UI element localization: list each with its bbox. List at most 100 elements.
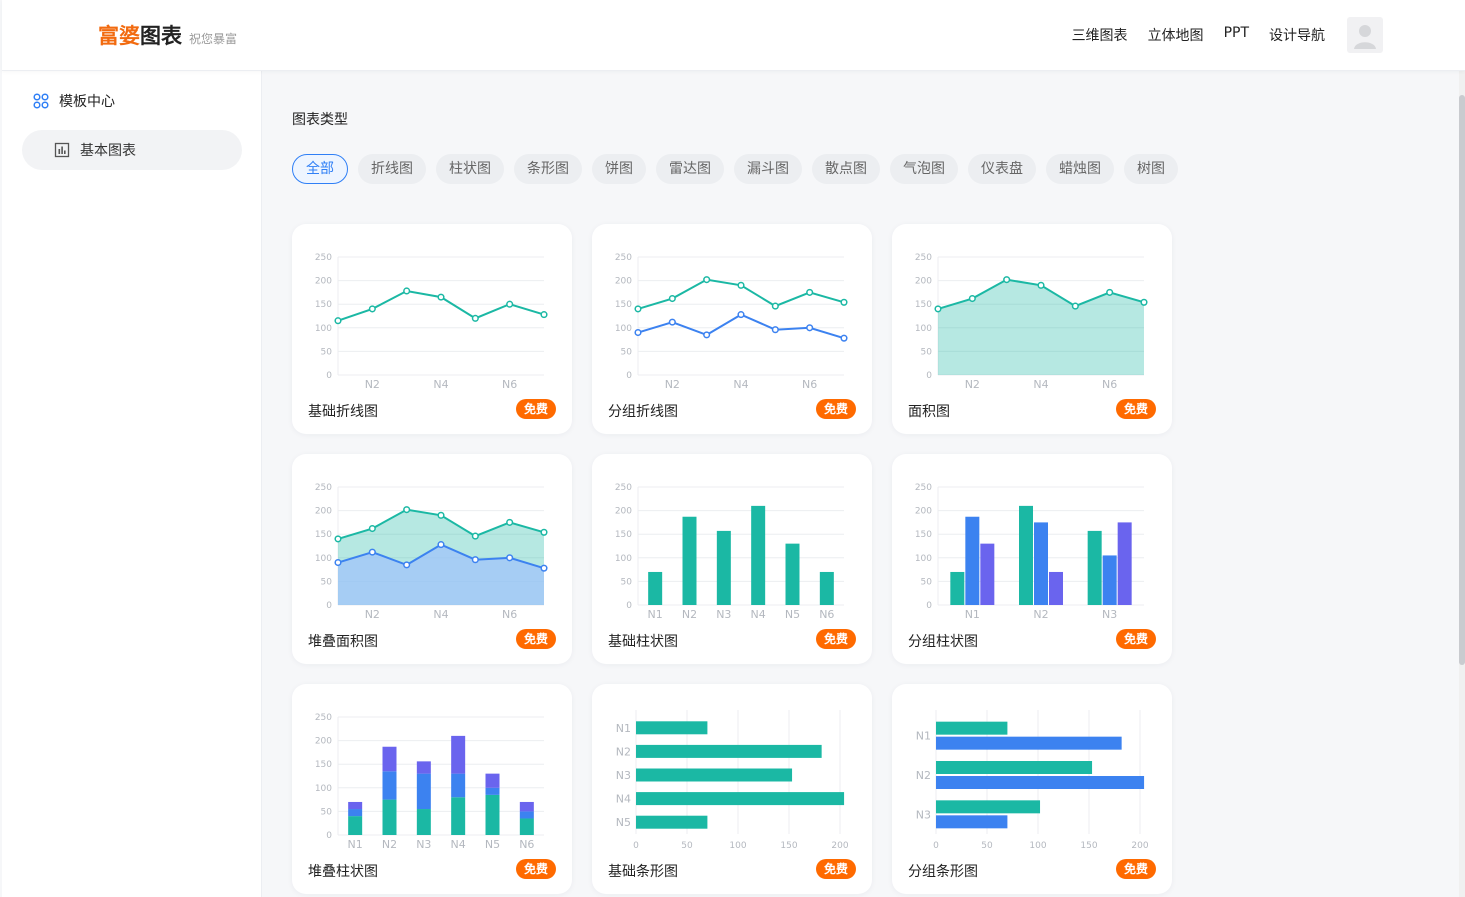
y-tick-label: N1	[616, 722, 631, 735]
data-point	[471, 556, 479, 564]
x-tick-label: N4	[433, 608, 448, 621]
data-point	[540, 564, 548, 572]
x-tick-label: N2	[965, 378, 980, 391]
x-tick-label: 100	[729, 841, 746, 851]
x-tick-label: N4	[1033, 378, 1048, 391]
y-tick-label: 0	[326, 601, 332, 611]
y-tick-label: 0	[326, 831, 332, 841]
data-point	[334, 535, 342, 543]
filter-radar[interactable]: 雷达图	[656, 154, 724, 184]
filter-gauge[interactable]: 仪表盘	[968, 154, 1036, 184]
x-tick-label: 0	[633, 841, 639, 851]
scrollbar-thumb[interactable]	[1459, 95, 1465, 665]
filter-bubble[interactable]: 气泡图	[890, 154, 958, 184]
y-tick-label: 100	[915, 554, 932, 564]
nav-3d-charts[interactable]: 三维图表	[1072, 25, 1128, 45]
bar	[965, 516, 980, 605]
chart-grouped-line: 0 50 100 150 200 250 N2 N4 N6	[615, 253, 848, 391]
chart-card-stacked-column[interactable]: 0 50 100 150 200 250 N1 N2 N3 N4 N5 N6 堆叠柱状图 免费	[292, 684, 572, 894]
bar	[682, 516, 697, 605]
y-tick-label: N5	[616, 816, 631, 829]
filter-bar[interactable]: 条形图	[514, 154, 582, 184]
bar	[451, 735, 466, 774]
x-tick-label: N2	[365, 378, 380, 391]
x-tick-label: N4	[733, 378, 748, 391]
filter-candlestick[interactable]: 蜡烛图	[1046, 154, 1114, 184]
y-tick-label: 250	[615, 253, 632, 263]
filter-all[interactable]: 全部	[292, 154, 348, 184]
y-tick-label: 150	[615, 530, 632, 540]
chart-card-basic-column[interactable]: 0 50 100 150 200 250 N1 N2 N3 N4 N5 N6 基础柱状图 免费	[592, 454, 872, 664]
bar	[519, 801, 534, 812]
avatar[interactable]	[1347, 17, 1383, 53]
bar	[1019, 505, 1033, 605]
free-badge: 免费	[1116, 399, 1156, 419]
x-tick-label: N3	[716, 608, 731, 621]
bar	[950, 571, 965, 605]
bar	[416, 761, 431, 774]
bar	[819, 571, 834, 605]
data-point	[334, 317, 342, 325]
x-tick-label: N1	[648, 608, 663, 621]
chart-card-basic-bar[interactable]: 0 50 100 150 200 N1 N2 N3 N4 N5 基础条形图 免费	[592, 684, 872, 894]
bar	[1102, 555, 1117, 605]
logo[interactable]: 富婆图表	[98, 20, 182, 50]
free-badge: 免费	[1116, 859, 1156, 879]
x-tick-label: N5	[485, 838, 500, 851]
data-point	[1037, 281, 1045, 289]
data-point	[506, 300, 514, 308]
data-point	[1003, 276, 1011, 284]
data-point	[840, 334, 848, 342]
data-point	[403, 561, 411, 569]
bar	[1117, 522, 1132, 605]
y-tick-label: 50	[321, 807, 333, 817]
y-tick-label: 200	[315, 737, 332, 747]
sidebar-group-templates[interactable]: 模板中心	[33, 91, 115, 111]
x-tick-label: N2	[665, 378, 680, 391]
data-point	[1106, 288, 1114, 296]
nav-ppt[interactable]: PPT	[1224, 25, 1249, 45]
chart-card-grouped-line[interactable]: 0 50 100 150 200 250 N2 N4 N6 分组折线图 免费	[592, 224, 872, 434]
chart-card-stacked-area[interactable]: 0 50 100 150 200 250 N2 N4 N6 堆叠面积图 免费	[292, 454, 572, 664]
filter-pie[interactable]: 饼图	[592, 154, 646, 184]
x-tick-label: 100	[1029, 841, 1046, 851]
bar	[1087, 530, 1102, 605]
card-title: 基础柱状图	[608, 634, 678, 650]
y-tick-label: 50	[621, 577, 633, 587]
filter-line[interactable]: 折线图	[358, 154, 426, 184]
chart-card-basic-line[interactable]: 0 50 100 150 200 250 N2 N4 N6 基础折线图 免费	[292, 224, 572, 434]
section-title: 图表类型	[292, 112, 348, 128]
chart-basic-bar: 0 50 100 150 200 N1 N2 N3 N4 N5	[616, 710, 849, 851]
chart-card-grouped-column[interactable]: 0 50 100 150 200 250 N1 N2 N3 分组柱状图 免费	[892, 454, 1172, 664]
chart-card-grouped-bar[interactable]: 0 50 100 150 200 N1 N2 N3 分组条形图 免费	[892, 684, 1172, 894]
bar	[485, 773, 500, 788]
nav-3d-maps[interactable]: 立体地图	[1148, 25, 1204, 45]
y-tick-label: 150	[315, 530, 332, 540]
bar	[382, 746, 397, 772]
data-point	[368, 305, 376, 313]
sidebar-item-basic-charts[interactable]: 基本图表	[22, 130, 242, 170]
filter-funnel[interactable]: 漏斗图	[734, 154, 802, 184]
nav-design[interactable]: 设计导航	[1269, 25, 1325, 45]
slogan: 祝您暴富	[189, 32, 238, 46]
filter-scatter[interactable]: 散点图	[812, 154, 880, 184]
free-badge: 免费	[816, 629, 856, 649]
chart-card-area[interactable]: 0 50 100 150 200 250 N2 N4 N6 面积图 免费	[892, 224, 1172, 434]
bar	[936, 776, 1145, 789]
filter-column[interactable]: 柱状图	[436, 154, 504, 184]
filter-tree[interactable]: 树图	[1124, 154, 1178, 184]
bar	[936, 815, 1008, 829]
data-point	[771, 326, 779, 334]
y-tick-label: 50	[621, 347, 633, 357]
card-title: 基础折线图	[308, 404, 378, 420]
y-tick-label: 100	[615, 324, 632, 334]
chart-stacked-column: 0 50 100 150 200 250 N1 N2 N3 N4 N5 N6	[315, 713, 544, 851]
y-tick-label: 200	[315, 277, 332, 287]
free-badge: 免费	[516, 629, 556, 649]
data-point	[634, 328, 642, 337]
card-title: 面积图	[908, 404, 950, 420]
y-tick-label: 150	[915, 530, 932, 540]
data-point	[403, 506, 411, 514]
y-tick-label: N4	[616, 793, 631, 806]
data-point	[806, 324, 814, 332]
